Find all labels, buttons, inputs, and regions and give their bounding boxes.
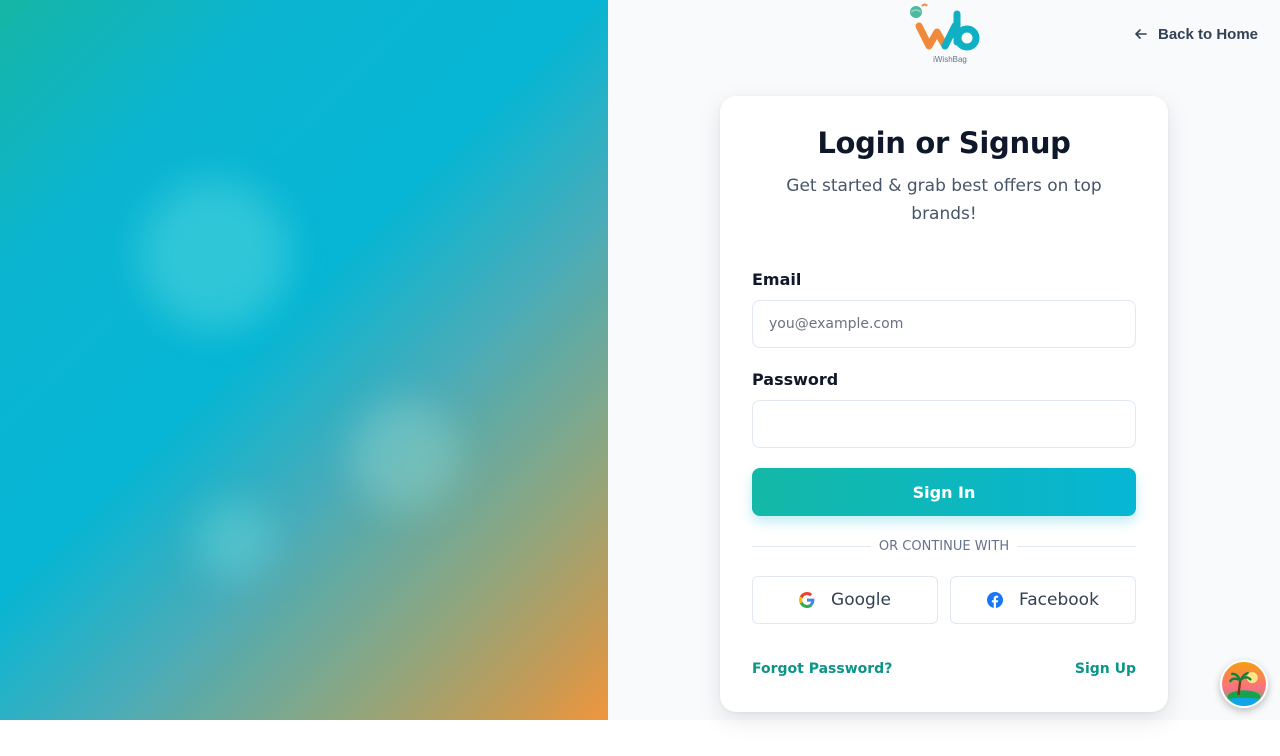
- facebook-icon: [987, 592, 1004, 608]
- password-field[interactable]: [752, 400, 1136, 448]
- facebook-login-button[interactable]: Facebook: [950, 576, 1136, 624]
- island-icon: [1222, 662, 1266, 706]
- password-label: Password: [752, 370, 839, 389]
- logo-caption: iWishBag: [933, 55, 967, 64]
- social-divider: OR CONTINUE WITH: [752, 536, 1137, 556]
- facebook-label: Facebook: [1019, 590, 1099, 610]
- page-subtitle: Get started & grab best offers on top br…: [786, 176, 1102, 224]
- divider-text: OR CONTINUE WITH: [878, 538, 1010, 554]
- arrow-left-icon: [1135, 29, 1147, 39]
- google-label: Google: [831, 590, 891, 610]
- divider-line: [752, 545, 871, 547]
- chat-widget-button[interactable]: [1220, 660, 1268, 708]
- forgot-password-link[interactable]: Forgot Password?: [752, 661, 892, 677]
- sign-in-button[interactable]: Sign In: [752, 468, 1136, 516]
- back-to-home-link[interactable]: Back to Home: [1134, 24, 1258, 44]
- google-icon: [799, 592, 815, 608]
- hero-gradient-panel: [0, 0, 608, 720]
- google-login-button[interactable]: Google: [752, 576, 938, 624]
- email-field[interactable]: [752, 300, 1136, 348]
- page-title: Login or Signup: [817, 126, 1071, 160]
- decorative-blob: [140, 180, 290, 330]
- divider-line: [1017, 545, 1137, 547]
- decorative-blob: [350, 400, 460, 510]
- decorative-blob: [195, 500, 275, 580]
- email-label: Email: [752, 270, 802, 289]
- login-card: Login or Signup Get started & grab best …: [720, 96, 1168, 712]
- sign-up-link[interactable]: Sign Up: [1075, 661, 1136, 677]
- back-to-home-label: Back to Home: [1158, 25, 1259, 43]
